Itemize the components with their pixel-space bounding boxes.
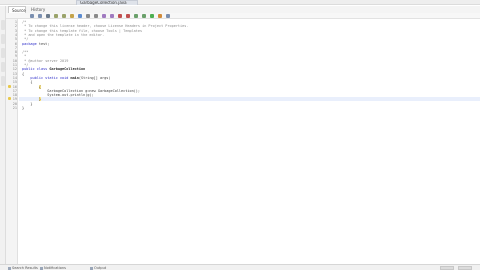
insert-mode-indicator — [458, 266, 472, 270]
hint-icon[interactable] — [8, 84, 11, 88]
code-line[interactable]: package test; — [22, 42, 49, 46]
line-number: 21 — [12, 106, 17, 110]
code-line[interactable]: } — [22, 106, 24, 110]
record-macro-icon[interactable] — [118, 14, 122, 18]
title-strip — [0, 0, 480, 5]
search-icon — [8, 266, 11, 270]
output-tab[interactable]: Output — [90, 265, 106, 270]
next-occurrence-icon[interactable] — [62, 14, 66, 18]
palette-panel-tab[interactable] — [1, 76, 5, 86]
code-line[interactable]: * and open the template in the editor. — [22, 33, 104, 37]
shift-left-icon[interactable] — [102, 14, 106, 18]
editor-tab-bar: Source History — [0, 6, 480, 13]
forward-icon[interactable] — [38, 14, 42, 18]
code-token: public class — [22, 67, 50, 72]
code-line[interactable]: public static void main(String[] args) — [22, 75, 111, 80]
toggle-highlight-icon[interactable] — [70, 14, 74, 18]
code-token: test; — [38, 41, 50, 46]
projects-panel-tab[interactable] — [1, 20, 5, 30]
current-line-highlight — [19, 97, 480, 102]
line-number-gutter: 1 2 3 4 5 6 7 8 9 10 11 12 13 14 15 16 17 18 19 20 21 — [6, 19, 18, 264]
prev-occurrence-icon[interactable] — [54, 14, 58, 18]
tab-source[interactable]: Source — [8, 6, 26, 13]
code-editor[interactable]: /* * To change this license header, choo… — [19, 19, 480, 264]
notification-icon — [40, 266, 43, 270]
code-token: * and open the template in the editor. — [22, 32, 105, 37]
search-icon[interactable] — [46, 14, 50, 18]
next-bookmark-icon[interactable] — [94, 14, 98, 18]
search-results-tab[interactable]: Search Results — [8, 265, 38, 270]
file-tab[interactable]: GarbageCollection.java — [76, 0, 138, 5]
shift-right-icon[interactable] — [110, 14, 114, 18]
toggle-bookmark-icon[interactable] — [78, 14, 82, 18]
code-line[interactable]: * @author server 2019 — [22, 59, 68, 63]
code-token: server 2019 — [45, 58, 69, 63]
comment-icon[interactable] — [134, 14, 138, 18]
debug-icon[interactable] — [158, 14, 162, 18]
code-token: GarbageCollection — [49, 67, 86, 72]
uncomment-icon[interactable] — [142, 14, 146, 18]
status-progress — [440, 266, 454, 270]
code-token: } — [38, 97, 41, 102]
output-icon — [90, 266, 93, 270]
code-token: main — [70, 75, 79, 80]
back-icon[interactable] — [30, 14, 34, 18]
run-icon[interactable] — [150, 14, 154, 18]
notifications-tab[interactable]: Notifications — [40, 265, 66, 270]
code-token: (String[] args) — [78, 75, 111, 80]
navigator-panel-tab[interactable] — [1, 62, 5, 72]
code-token: package — [22, 41, 39, 46]
code-token: } — [22, 106, 25, 110]
services-panel-tab[interactable] — [1, 48, 5, 58]
files-panel-tab[interactable] — [1, 34, 5, 44]
status-bar: Search Results Notifications Output — [0, 264, 480, 270]
stop-macro-icon[interactable] — [126, 14, 130, 18]
prev-bookmark-icon[interactable] — [86, 14, 90, 18]
code-line[interactable]: public class GarbageCollection — [22, 67, 85, 71]
test-icon[interactable] — [166, 14, 170, 18]
tab-history[interactable]: History — [28, 6, 46, 13]
